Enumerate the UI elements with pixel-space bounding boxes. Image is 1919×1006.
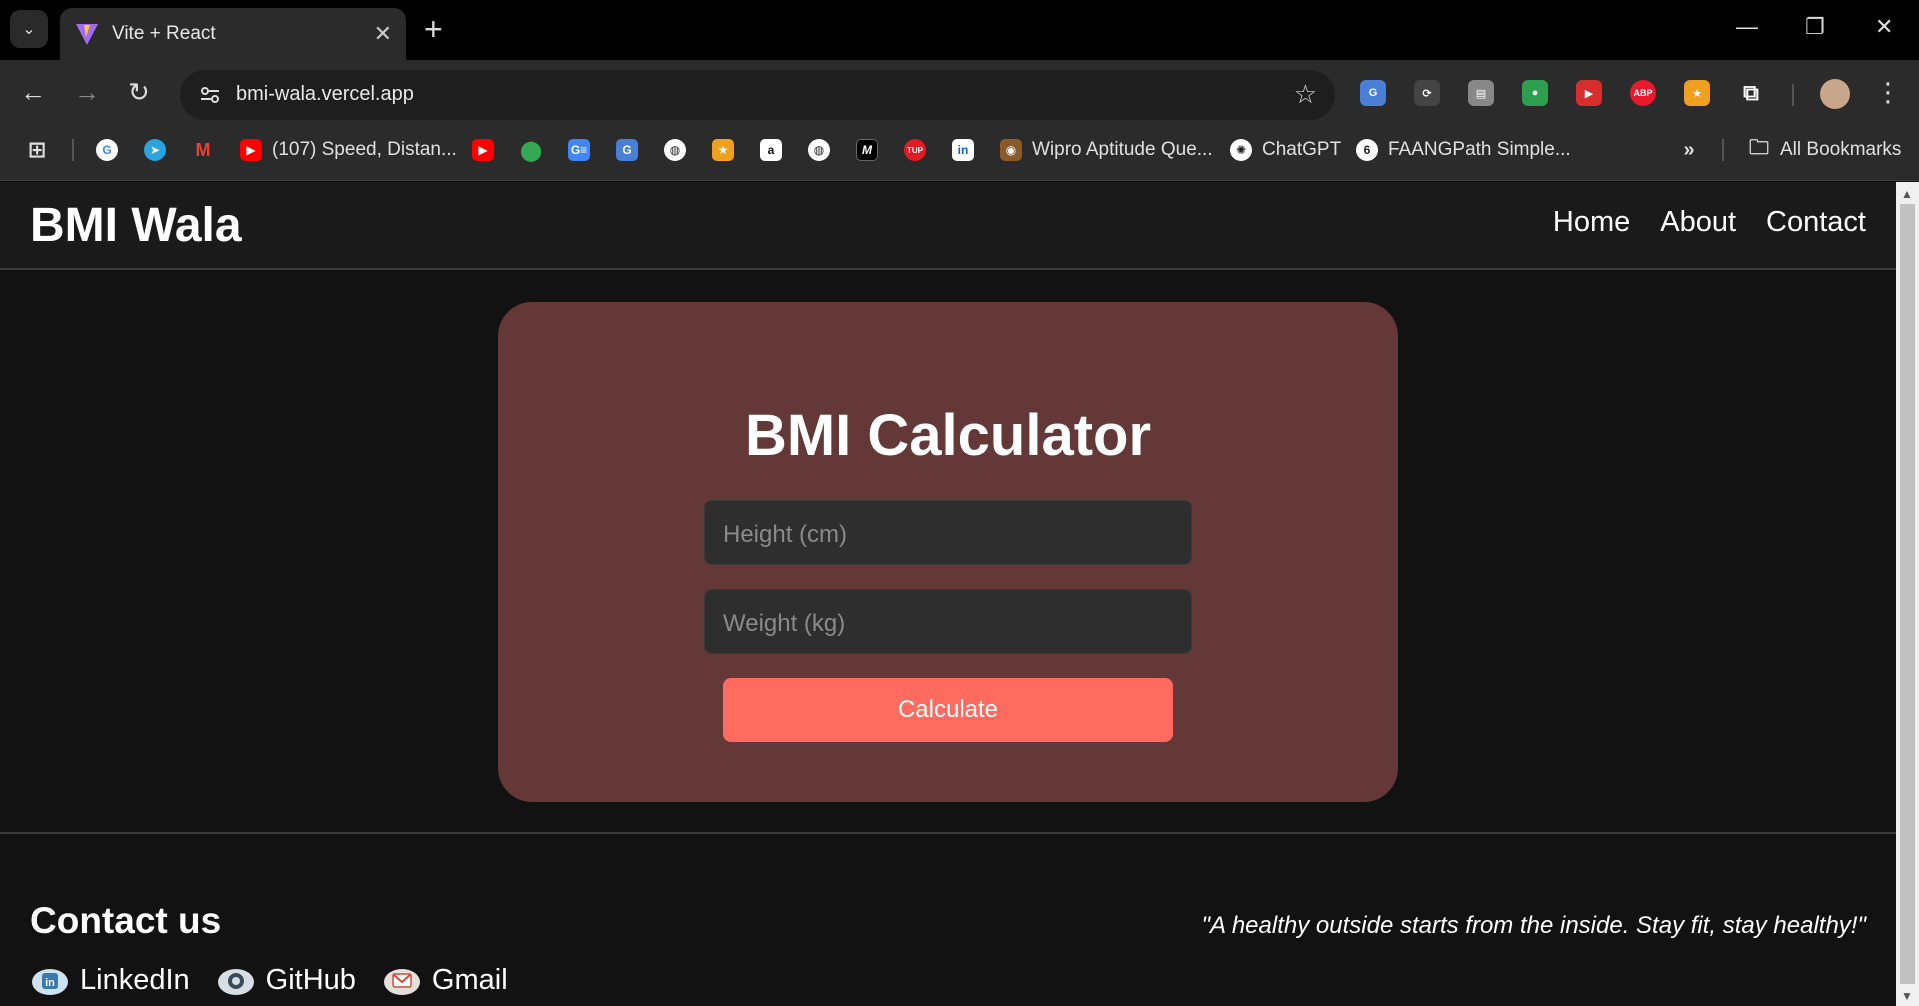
gmail-link[interactable]: Gmail xyxy=(382,962,508,998)
linkedin-label: LinkedIn xyxy=(80,963,190,996)
nav-about[interactable]: About xyxy=(1660,206,1736,239)
height-input[interactable]: Height (cm) xyxy=(704,500,1192,565)
nav-home[interactable]: Home xyxy=(1553,206,1630,239)
contact-links: in LinkedIn GitHub Gmail xyxy=(30,962,508,998)
linkedin-link[interactable]: in LinkedIn xyxy=(30,962,190,998)
restore-icon[interactable]: ❐ xyxy=(1805,14,1825,40)
robot-icon[interactable]: ● xyxy=(1522,80,1548,106)
scroll-down-icon[interactable]: ▼ xyxy=(1901,989,1913,1003)
minimize-icon[interactable]: — xyxy=(1736,14,1758,40)
bookmarks-divider xyxy=(72,139,74,161)
play-icon[interactable]: ▶ xyxy=(1576,80,1602,106)
github-link[interactable]: GitHub xyxy=(216,962,356,998)
tup-icon[interactable]: TUP xyxy=(904,135,926,165)
gmail-icon[interactable]: M xyxy=(192,135,214,165)
site-header: BMI Wala Home About Contact xyxy=(0,182,1896,270)
gmail-cloud-icon xyxy=(383,969,420,995)
medium-icon[interactable]: M xyxy=(856,135,878,165)
medal-icon[interactable]: ★ xyxy=(1684,80,1710,106)
bookmark-label: Wipro Aptitude Que... xyxy=(1032,139,1213,160)
bookmark-chatgpt[interactable]: ✺ ChatGPT xyxy=(1230,135,1341,165)
google-icon[interactable]: G xyxy=(96,135,118,165)
profile-avatar[interactable] xyxy=(1820,79,1850,109)
close-window-icon[interactable]: ✕ xyxy=(1875,14,1893,40)
youtube-icon[interactable]: ▶ xyxy=(472,135,494,165)
site-nav: Home About Contact xyxy=(1553,206,1866,239)
google-translate-icon[interactable]: G xyxy=(616,135,638,165)
bmi-calculator-card: BMI Calculator Height (cm) Weight (kg) C… xyxy=(498,302,1398,802)
site-brand[interactable]: BMI Wala xyxy=(30,198,242,253)
globe-icon[interactable]: ◍ xyxy=(664,135,686,165)
forward-icon[interactable]: → xyxy=(74,78,100,106)
bookmark-label: FAANGPath Simple... xyxy=(1388,139,1571,160)
vite-icon xyxy=(76,24,98,45)
translate-icon[interactable]: G xyxy=(1360,80,1386,106)
bookmark-label: ChatGPT xyxy=(1262,139,1342,160)
reload-icon[interactable]: ↻ xyxy=(128,78,150,106)
footer-divider xyxy=(0,832,1896,834)
gmail-label: Gmail xyxy=(431,963,508,996)
bookmark-star-icon[interactable]: ☆ xyxy=(1294,79,1317,110)
folder-icon: 🗀 xyxy=(1749,137,1769,159)
browser-tabstrip: ⌄ Vite + React ✕ + — ❐ ✕ xyxy=(0,0,1919,60)
bookmark-label: (107) Speed, Distan... xyxy=(272,139,457,160)
page-scrollbar[interactable]: ▲ ▼ xyxy=(1896,182,1919,1006)
globe-icon-2[interactable]: ◍ xyxy=(808,135,830,165)
bookmark-youtube-speed[interactable]: ▶ (107) Speed, Distan... xyxy=(240,135,457,165)
browser-tab-active[interactable]: Vite + React ✕ xyxy=(60,8,406,60)
all-bookmarks-label: All Bookmarks xyxy=(1780,139,1902,160)
bookmark-wipro[interactable]: ◉ Wipro Aptitude Que... xyxy=(1000,135,1213,165)
url-text: bmi-wala.vercel.app xyxy=(236,83,414,105)
calculate-button[interactable]: Calculate xyxy=(723,678,1173,742)
chevron-double-right-icon[interactable]: » xyxy=(1678,135,1700,165)
github-cloud-icon xyxy=(217,969,254,995)
scrollbar-thumb[interactable] xyxy=(1900,204,1915,984)
calculator-title: BMI Calculator xyxy=(744,403,1152,468)
svg-text:in: in xyxy=(45,977,55,989)
all-bookmarks-button[interactable]: 🗀 All Bookmarks xyxy=(1748,135,1901,165)
menu-kebab-icon[interactable]: ⋮ xyxy=(1875,78,1901,106)
tab-title: Vite + React xyxy=(112,23,216,44)
page-viewport: BMI Wala Home About Contact BMI Calculat… xyxy=(0,182,1896,1006)
maps-pin-icon[interactable]: ⬤ xyxy=(520,135,542,165)
adblock-icon[interactable]: ABP xyxy=(1630,80,1656,106)
bookmarks-divider-2 xyxy=(1722,139,1724,161)
toolbar-divider xyxy=(1792,84,1794,106)
tab-search-button[interactable]: ⌄ xyxy=(10,10,48,48)
site-settings-icon[interactable] xyxy=(198,83,222,107)
medal-bookmark-icon[interactable]: ★ xyxy=(712,135,734,165)
chevron-down-icon: ⌄ xyxy=(22,21,36,38)
close-tab-icon[interactable]: ✕ xyxy=(374,21,392,47)
scroll-up-icon[interactable]: ▲ xyxy=(1901,187,1913,201)
github-label: GitHub xyxy=(265,963,356,996)
footer-quote: "A healthy outside starts from the insid… xyxy=(1201,912,1866,939)
apps-grid-icon[interactable]: ⊞ xyxy=(26,135,48,165)
new-tab-button[interactable]: + xyxy=(424,12,443,46)
linkedin-bookmark-icon[interactable]: in xyxy=(952,135,974,165)
puzzle-icon[interactable]: ⧉ xyxy=(1738,80,1764,106)
linkedin-cloud-icon: in xyxy=(32,969,68,995)
sync-icon[interactable]: ⟳ xyxy=(1414,80,1440,106)
nav-contact[interactable]: Contact xyxy=(1766,206,1866,239)
back-icon[interactable]: ← xyxy=(20,78,46,106)
amazon-icon[interactable]: a xyxy=(760,135,782,165)
google-forms-icon[interactable]: G≡ xyxy=(568,135,590,165)
weight-input[interactable]: Weight (kg) xyxy=(704,589,1192,654)
telegram-icon[interactable]: ➤ xyxy=(144,135,166,165)
printer-icon[interactable]: ▤ xyxy=(1468,80,1494,106)
address-bar[interactable]: bmi-wala.vercel.app ☆ xyxy=(180,70,1335,120)
bookmark-faangpath[interactable]: 6 FAANGPath Simple... xyxy=(1356,135,1571,165)
contact-title: Contact us xyxy=(30,900,222,941)
